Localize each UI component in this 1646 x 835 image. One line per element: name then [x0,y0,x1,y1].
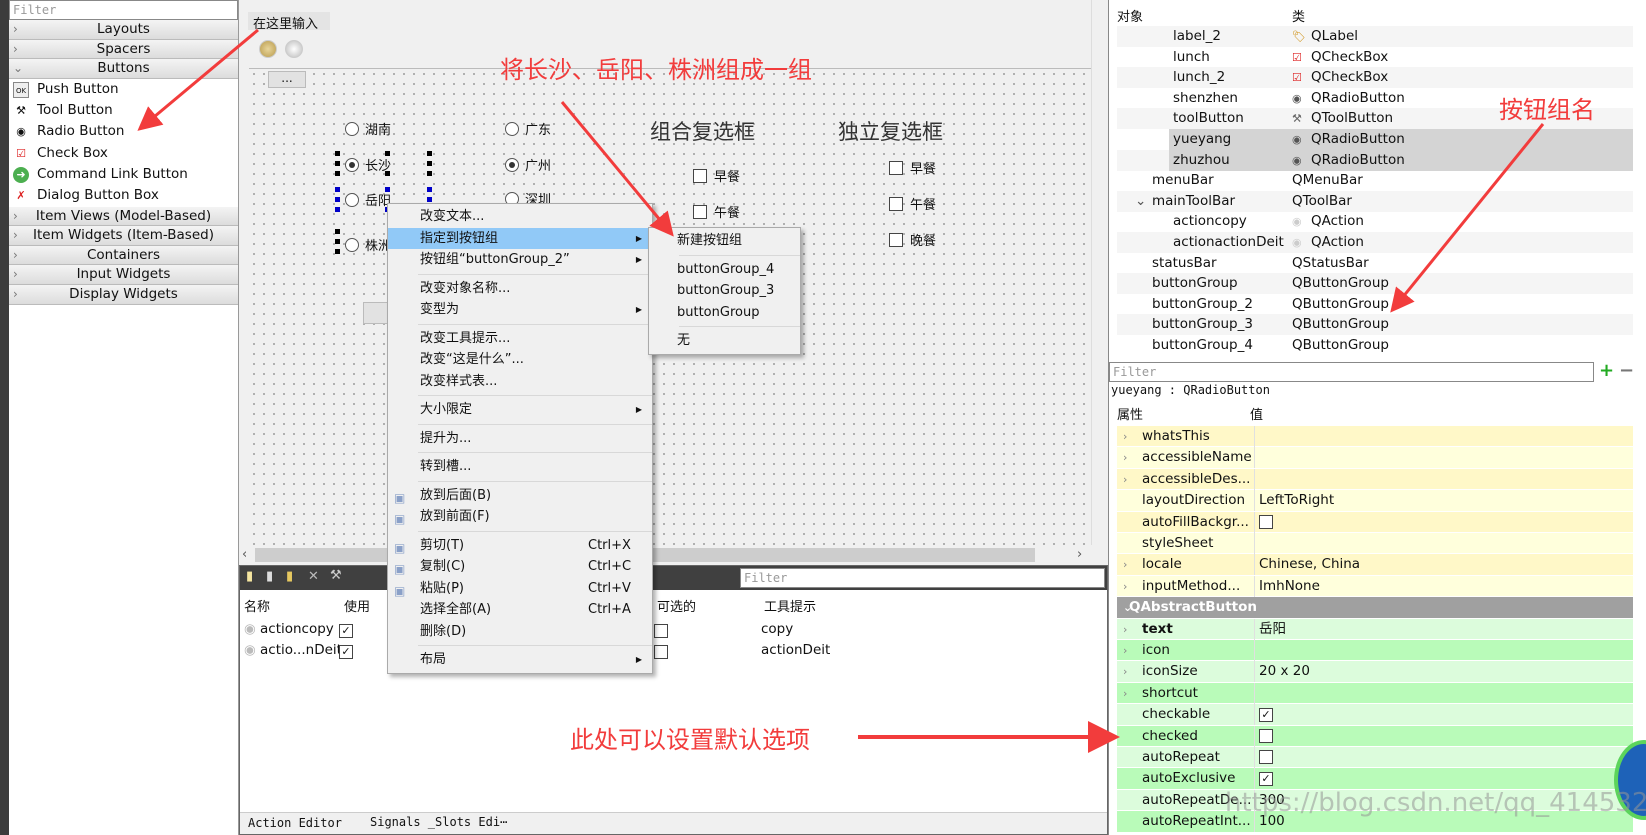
arrow-to-radio-button [137,28,259,131]
arrow-to-button-group [1390,123,1545,313]
arrow-to-new-group [560,101,674,237]
annotation-arrows [137,28,1545,753]
